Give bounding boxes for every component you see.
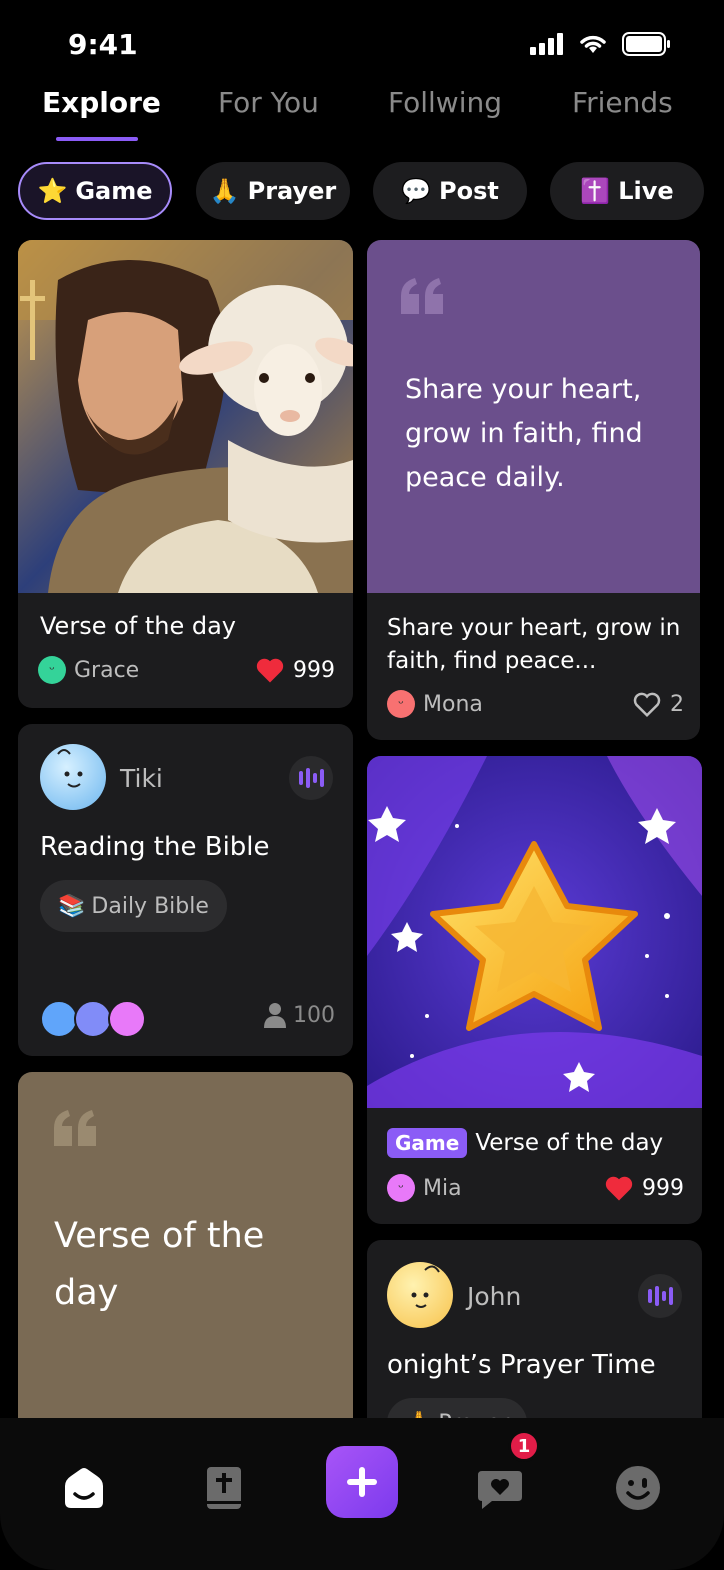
status-icons xyxy=(530,32,672,56)
chip-label: Prayer xyxy=(247,177,337,205)
heart-filled-icon xyxy=(605,1176,633,1201)
quote-mark-icon xyxy=(401,278,443,314)
jesus-lamb-painting xyxy=(18,240,353,593)
post-card-verse[interactable]: Verse of the day ᵕ Grace 999 xyxy=(18,240,353,708)
avatar: ᵕ xyxy=(38,656,66,684)
chip-game[interactable]: ⭐ Game xyxy=(18,162,172,220)
card-title: Share your heart, grow in faith, find pe… xyxy=(387,615,681,674)
like-button[interactable]: 999 xyxy=(255,656,335,684)
tab-following[interactable]: Follwing xyxy=(388,86,502,119)
heart-filled-icon xyxy=(256,658,284,683)
chip-post[interactable]: 💬 Post xyxy=(373,162,527,220)
like-count: 2 xyxy=(670,691,684,717)
chip-label: Post xyxy=(439,177,499,205)
chip-label: Game xyxy=(75,177,153,205)
quote-text: Verse of the day xyxy=(54,1216,265,1313)
author-name: Mona xyxy=(423,691,483,717)
bible-icon xyxy=(207,1467,241,1509)
room-title: Reading the Bible xyxy=(40,832,270,862)
card-title-row: Game Verse of the day xyxy=(387,1128,663,1158)
notification-badge: 1 xyxy=(508,1430,540,1462)
room-host: Tiki xyxy=(120,764,163,793)
bottom-nav: 1 xyxy=(0,1418,724,1570)
cross-icon: ✝️ xyxy=(580,177,611,205)
face-icon xyxy=(411,1265,440,1308)
listener-avatars xyxy=(40,1000,150,1038)
tab-explore[interactable]: Explore xyxy=(42,86,161,119)
like-button[interactable]: 999 xyxy=(604,1174,684,1202)
nav-messages[interactable] xyxy=(476,1464,524,1512)
quote-mark-icon xyxy=(54,1110,96,1146)
speech-bubble-icon: 💬 xyxy=(401,177,432,205)
face-icon xyxy=(57,749,83,788)
tab-for-you[interactable]: For You xyxy=(218,86,319,119)
listener-count-value: 100 xyxy=(293,1002,335,1028)
heart-outline-icon xyxy=(633,692,661,718)
status-time: 9:41 xyxy=(68,28,138,61)
room-host: John xyxy=(467,1282,522,1311)
room-tag[interactable]: 📚 Daily Bible xyxy=(40,880,227,932)
post-card-quote[interactable]: Share your heart, grow in faith, find pe… xyxy=(367,240,700,740)
avatar: ᵕ xyxy=(387,1174,415,1202)
game-badge: Game xyxy=(387,1128,468,1158)
author-row[interactable]: ᵕ Mona xyxy=(387,690,483,718)
plus-icon xyxy=(347,1467,377,1497)
nav-bible[interactable] xyxy=(200,1464,248,1512)
person-icon xyxy=(264,1003,286,1028)
app-screen: 9:41 Explore For You Follwing Friends ⭐ … xyxy=(0,0,724,1570)
like-count: 999 xyxy=(642,1175,684,1201)
star-icon: ⭐ xyxy=(37,177,68,205)
author-name: Mia xyxy=(423,1175,462,1201)
room-title: onight’s Prayer Time xyxy=(387,1350,656,1380)
signal-icon xyxy=(530,33,563,55)
nav-home[interactable] xyxy=(60,1464,108,1512)
quote-text: Share your heart, grow in faith, find pe… xyxy=(405,374,643,493)
create-post-button[interactable] xyxy=(326,1446,398,1518)
active-tab-indicator xyxy=(56,137,138,141)
tab-friends[interactable]: Friends xyxy=(572,86,673,119)
chip-live[interactable]: ✝️ Live xyxy=(550,162,704,220)
like-count: 999 xyxy=(293,657,335,683)
avatar xyxy=(108,1000,146,1038)
chip-label: Live xyxy=(618,177,674,205)
home-icon xyxy=(65,1468,103,1508)
avatar xyxy=(387,1262,453,1328)
listener-count: 100 xyxy=(263,1002,335,1028)
avatar: ᵕ xyxy=(387,690,415,718)
wifi-icon xyxy=(580,35,606,53)
battery-icon xyxy=(622,32,670,56)
avatar xyxy=(40,744,106,810)
avatar xyxy=(74,1000,112,1038)
chat-heart-icon xyxy=(478,1471,522,1509)
nav-profile[interactable] xyxy=(614,1464,662,1512)
chip-prayer[interactable]: 🙏 Prayer xyxy=(196,162,350,220)
star-game-artwork xyxy=(367,756,702,1108)
tag-label: Daily Bible xyxy=(91,893,209,919)
author-row[interactable]: ᵕ Grace xyxy=(38,656,139,684)
books-icon: 📚 xyxy=(58,893,86,919)
like-button[interactable]: 2 xyxy=(632,690,684,718)
card-title: Verse of the day xyxy=(475,1130,664,1156)
audio-wave-icon xyxy=(638,1274,682,1318)
praying-hands-icon: 🙏 xyxy=(209,177,240,205)
profile-face-icon xyxy=(616,1466,660,1510)
room-card-tiki[interactable]: Tiki Reading the Bible 📚 Daily Bible 100 xyxy=(18,724,353,1056)
audio-wave-icon xyxy=(289,756,333,800)
author-row[interactable]: ᵕ Mia xyxy=(387,1174,462,1202)
post-card-quote-brown[interactable]: Verse of the day xyxy=(18,1072,353,1472)
author-name: Grace xyxy=(74,657,140,683)
card-title: Verse of the day xyxy=(40,612,237,640)
avatar xyxy=(40,1000,78,1038)
post-card-game[interactable]: Game Verse of the day ᵕ Mia 999 xyxy=(367,756,702,1224)
